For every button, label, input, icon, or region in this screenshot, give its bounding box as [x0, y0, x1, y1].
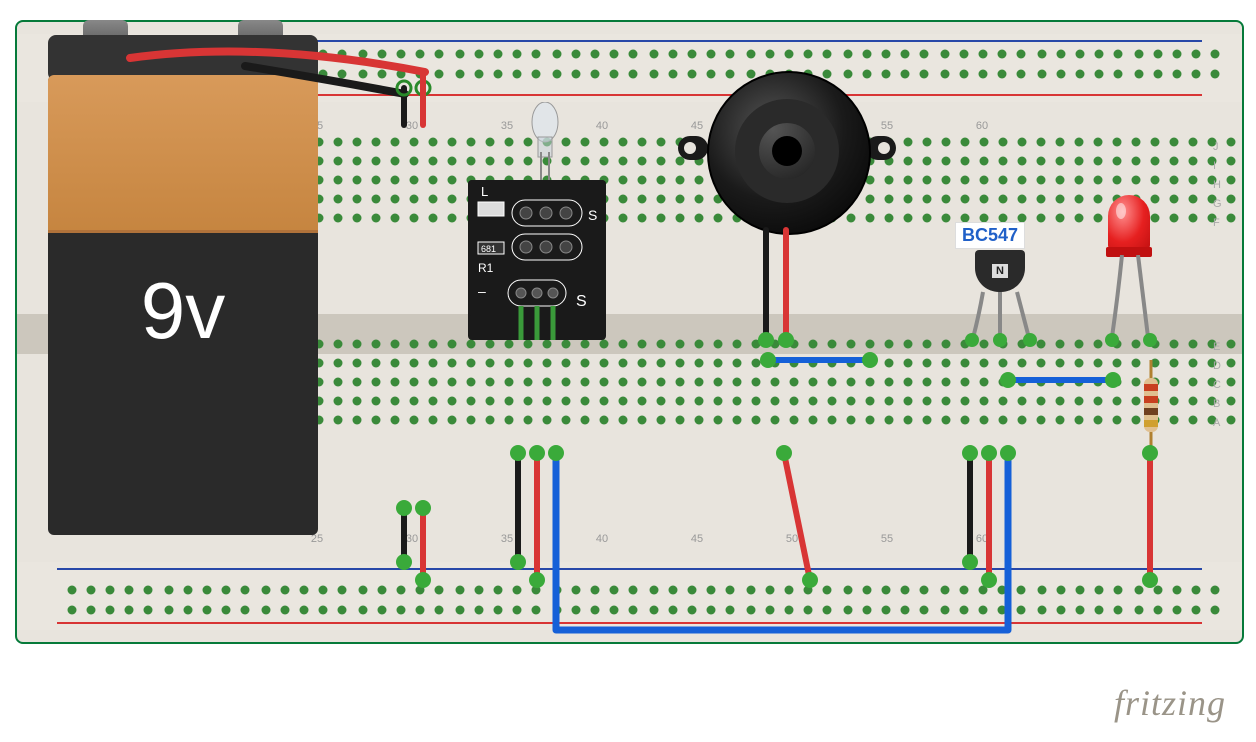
battery-wrap: [48, 75, 318, 233]
svg-text:I: I: [1213, 160, 1216, 172]
buzzer-opening: [772, 136, 802, 166]
battery-9v: 9v: [48, 35, 318, 537]
svg-text:F: F: [1213, 217, 1220, 229]
svg-text:G: G: [1213, 198, 1222, 210]
svg-text:E: E: [1213, 341, 1220, 353]
svg-text:50: 50: [786, 533, 798, 545]
led-bulb: [1108, 195, 1150, 251]
svg-text:H: H: [1213, 179, 1221, 191]
svg-text:S: S: [588, 207, 597, 223]
fritzing-breadboard-diagram: 25 30 35 40 45 50 55 60 25 30 35 40 45 5…: [0, 0, 1256, 742]
resistor: [1143, 360, 1159, 450]
flame-sensor-bulb: [530, 102, 560, 192]
transistor-leads: [971, 290, 1037, 350]
svg-text:60: 60: [976, 120, 988, 132]
transistor-bc547: N: [975, 250, 1035, 302]
led-leads: [1108, 255, 1158, 345]
led-red: [1108, 195, 1150, 315]
svg-text:40: 40: [596, 533, 608, 545]
svg-text:30: 30: [406, 120, 418, 132]
svg-text:681: 681: [481, 244, 496, 254]
flame-sensor-module: L 681 R1 – S S: [468, 180, 606, 340]
transistor-label: BC547: [955, 222, 1025, 249]
svg-text:D: D: [1213, 360, 1221, 372]
svg-text:60: 60: [976, 533, 988, 545]
svg-text:40: 40: [596, 120, 608, 132]
svg-text:B: B: [1213, 398, 1220, 410]
battery-label: 9v: [48, 265, 318, 357]
svg-text:–: –: [478, 283, 486, 299]
transistor-body: N: [975, 250, 1025, 292]
fritzing-watermark: fritzing: [1114, 682, 1226, 724]
svg-text:S: S: [576, 293, 587, 310]
svg-text:35: 35: [501, 533, 513, 545]
svg-text:R1: R1: [478, 261, 494, 275]
svg-text:45: 45: [691, 533, 703, 545]
svg-text:L: L: [481, 184, 488, 199]
svg-text:30: 30: [406, 533, 418, 545]
svg-text:J: J: [1213, 141, 1219, 153]
svg-text:35: 35: [501, 120, 513, 132]
svg-text:C: C: [1213, 379, 1221, 391]
svg-text:A: A: [1213, 417, 1221, 429]
svg-text:55: 55: [881, 533, 893, 545]
transistor-mark: N: [992, 264, 1008, 278]
piezo-buzzer: [682, 66, 892, 236]
